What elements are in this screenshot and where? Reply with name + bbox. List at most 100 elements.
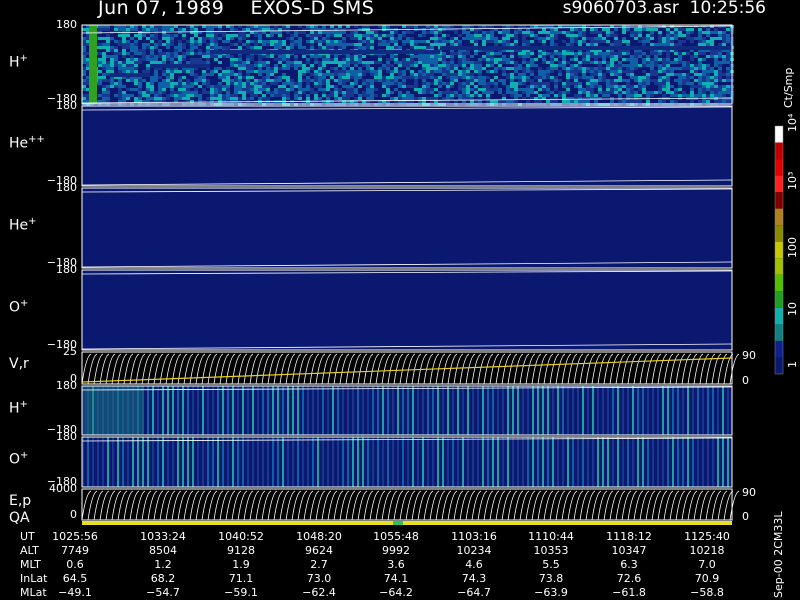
table-cell: 1118:12	[606, 530, 652, 543]
band	[210, 50, 440, 54]
spectrogram-plot	[81, 24, 784, 525]
table-cell: 1125:40	[684, 530, 730, 543]
panel-4	[81, 351, 740, 385]
table-cell: −49.1	[58, 586, 92, 599]
y-tick-bottom: 0	[70, 508, 77, 521]
panel-3	[81, 269, 733, 351]
panel-background	[82, 106, 732, 186]
table-cell: −59.1	[224, 586, 258, 599]
colorbar-swatch	[775, 225, 783, 242]
table-cell: −63.9	[534, 586, 568, 599]
y-tick-top: 4000	[49, 482, 77, 495]
table-row: ALT 7749 8504 9128 9624 9992 10234 10353 10347 10…	[0, 544, 760, 558]
right-axis-tick: 90	[742, 486, 756, 499]
y-tick-top: 180	[56, 263, 77, 276]
table-cell: 1103:16	[451, 530, 497, 543]
table-cell: 74.1	[383, 572, 409, 585]
table-cell: 6.3	[620, 558, 638, 571]
table-cell: 5.5	[542, 558, 560, 571]
colorbar-swatch	[775, 142, 783, 160]
panel-label: He+	[9, 216, 37, 234]
colorbar-swatch	[775, 258, 783, 275]
panel-label: He++	[9, 134, 45, 152]
side-note: Sep-00 2CM33L	[772, 511, 785, 599]
table-cell: 8504	[149, 544, 177, 557]
right-axis-tick: 90	[742, 349, 756, 362]
band	[110, 73, 150, 77]
qa-bar	[82, 521, 732, 525]
table-cell: 10218	[689, 544, 725, 557]
colorbar-swatch	[775, 324, 783, 341]
band	[150, 64, 210, 68]
panel-2	[81, 187, 733, 269]
colorbar-swatch	[775, 159, 783, 176]
panel-label: V,r	[9, 356, 29, 372]
colorbar-swatch	[775, 274, 783, 292]
table-cell: 10353	[533, 544, 569, 557]
colorbar-swatch	[775, 126, 783, 143]
y-tick-top: 180	[56, 99, 77, 112]
row-label: MLat	[20, 586, 47, 599]
table-cell: 3.6	[387, 558, 405, 571]
table-cell: 74.3	[461, 572, 487, 585]
panel-label: H+	[9, 52, 28, 71]
table-cell: −64.2	[379, 586, 413, 599]
qa-mark	[393, 521, 403, 525]
panel-label: O+	[9, 450, 29, 468]
table-row: UT 1025:56 1033:24 1040:52 1048:20 1055:48 110…	[0, 530, 760, 544]
table-cell: −61.8	[612, 586, 646, 599]
panel-6	[81, 436, 733, 488]
colorbar-unit: Ct/Smp	[782, 67, 795, 108]
table-cell: 10347	[611, 544, 647, 557]
table-cell: 1033:24	[140, 530, 186, 543]
colorbar-swatch	[775, 307, 783, 325]
colorbar-tick: 10⁴	[786, 113, 799, 132]
table-cell: 70.9	[694, 572, 720, 585]
table-cell: −62.4	[302, 586, 336, 599]
table-cell: 72.6	[616, 572, 642, 585]
row-label: MLT	[20, 558, 41, 571]
qa-label: QA	[9, 510, 30, 526]
table-cell: 9992	[382, 544, 410, 557]
table-cell: 73.0	[306, 572, 332, 585]
table-cell: 9624	[305, 544, 333, 557]
panel-0	[81, 24, 734, 106]
table-row: MLT 0.6 1.2 1.9 2.7 3.6 4.6 5.5 6.3 7.0	[0, 558, 760, 572]
table-cell: 1048:20	[296, 530, 342, 543]
band	[440, 46, 732, 50]
colorbar-swatch	[775, 175, 783, 193]
table-cell: 10234	[456, 544, 492, 557]
panel-background	[82, 270, 732, 350]
panel-label: H+	[9, 398, 28, 417]
row-label: UT	[20, 530, 35, 543]
table-cell: 1110:44	[528, 530, 574, 543]
table-cell: −58.8	[690, 586, 724, 599]
panel-5	[81, 385, 733, 436]
table-cell: −64.7	[457, 586, 491, 599]
colorbar-swatch	[775, 241, 783, 259]
colorbar-swatch	[775, 208, 783, 226]
table-cell: 73.8	[538, 572, 564, 585]
table-cell: 7.0	[698, 558, 716, 571]
table-cell: 64.5	[62, 572, 88, 585]
panel-label: O+	[9, 298, 29, 316]
colorbar-swatch	[775, 192, 783, 209]
row-label: ALT	[20, 544, 39, 557]
table-cell: 1040:52	[218, 530, 264, 543]
table-cell: 1055:48	[373, 530, 419, 543]
table-cell: 0.6	[66, 558, 84, 571]
table-row: MLat −49.1 −54.7 −59.1 −62.4 −64.2 −64.7 −63.9 −…	[0, 586, 760, 600]
colorbar-tick: 100	[786, 237, 799, 258]
table-cell: 2.7	[310, 558, 328, 571]
y-tick-top: 180	[56, 379, 77, 392]
table-cell: 9128	[227, 544, 255, 557]
y-tick-top: 180	[56, 18, 77, 31]
y-tick-top: 180	[56, 430, 77, 443]
table-cell: 1.2	[154, 558, 172, 571]
panel-label: E,p	[9, 492, 32, 509]
panel-1	[81, 105, 733, 187]
table-cell: 1.9	[232, 558, 250, 571]
y-tick-top: 180	[56, 181, 77, 194]
right-axis-tick: 0	[742, 374, 749, 387]
table-cell: 7749	[61, 544, 89, 557]
